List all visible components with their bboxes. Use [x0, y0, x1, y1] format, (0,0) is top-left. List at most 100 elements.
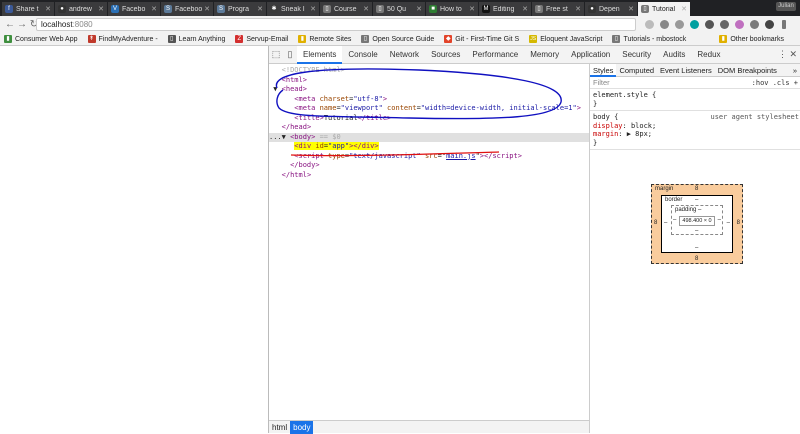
styles-tab-computed[interactable]: Computed [616, 64, 657, 77]
body-close-line[interactable]: </body> [269, 161, 589, 171]
bookmarks-bar: ▮ Consumer Web App ↟ FindMyAdventure - ▯ Lear… [0, 33, 800, 46]
bookmark-item[interactable]: ▯ Tutorials - mbostock [612, 35, 686, 43]
element-style-rule[interactable]: element.style { } [590, 89, 800, 111]
script-line[interactable]: <script type="text/javascript" src="main… [269, 152, 589, 162]
browser-tab[interactable]: f Share t ✕ [2, 2, 55, 16]
devtools-tab-console[interactable]: Console [342, 46, 383, 64]
close-icon[interactable]: ✕ [204, 5, 210, 13]
extension-icon[interactable] [720, 20, 729, 29]
bookmark-label: Tutorials - mbostock [623, 35, 687, 43]
styles-tab-dom-breakpoints[interactable]: DOM Breakpoints [715, 64, 780, 77]
browser-tab[interactable]: M Editing ✕ [479, 2, 532, 16]
browser-tab[interactable]: ▯ 50 Qu ✕ [373, 2, 426, 16]
breadcrumb-body[interactable]: body [290, 420, 314, 434]
extension-icon[interactable] [660, 20, 669, 29]
browser-tab[interactable]: ✱ Sneak I ✕ [267, 2, 320, 16]
devtools-tab-performance[interactable]: Performance [466, 46, 524, 64]
folder-icon: ▮ [298, 35, 307, 43]
extension-icon[interactable] [735, 20, 744, 29]
bookmark-item[interactable]: ◆ Git - First-Time Git S [444, 35, 519, 43]
close-icon[interactable]: ✕ [45, 5, 51, 13]
styles-filter-actions[interactable]: :hov .cls + [752, 79, 798, 87]
close-icon[interactable]: ✕ [522, 5, 528, 13]
elements-tree[interactable]: <!DOCTYPE html> <html> ▼ <head> <meta ch… [269, 64, 589, 416]
forward-icon[interactable]: → [16, 19, 28, 30]
devtools-tab-sources[interactable]: Sources [425, 46, 466, 64]
div-app-line[interactable]: <div id="app"></div> [269, 142, 589, 152]
github-icon: ● [588, 5, 596, 13]
html-close-line[interactable]: </html> [269, 171, 589, 181]
close-icon[interactable]: ✕ [469, 5, 475, 13]
browser-tab[interactable]: ● Depen ✕ [585, 2, 638, 16]
styles-tab-event-listeners[interactable]: Event Listeners [657, 64, 715, 77]
device-toolbar-icon[interactable]: ▯ [283, 49, 297, 60]
close-icon[interactable]: ✕ [363, 5, 369, 13]
extension-icon[interactable] [765, 20, 774, 29]
bookmark-item[interactable]: JS Eloquent JavaScript [529, 35, 602, 43]
browser-tab[interactable]: V Facebo ✕ [108, 2, 161, 16]
more-tabs-icon[interactable]: » [793, 66, 800, 75]
profile-chip[interactable]: Julian [776, 2, 796, 11]
devtools-tab-network[interactable]: Network [384, 46, 425, 64]
bookmark-item[interactable]: ↟ FindMyAdventure - [87, 35, 158, 43]
back-icon[interactable]: ← [4, 19, 16, 30]
devtools-tab-elements[interactable]: Elements [297, 45, 343, 64]
bookmark-item[interactable]: ▮ Remote Sites [298, 35, 351, 43]
browser-tab[interactable]: S Faceboo ✕ [161, 2, 214, 16]
tab-title: Faceboo [175, 5, 203, 13]
main-js-link[interactable]: main.js [446, 152, 476, 160]
styles-filter-input[interactable]: Filter [593, 78, 610, 87]
extension-icon[interactable] [705, 20, 714, 29]
close-icon[interactable]: ✕ [151, 5, 157, 13]
close-icon[interactable]: ✕ [575, 5, 581, 13]
browser-tab[interactable]: S Progra ✕ [214, 2, 267, 16]
browser-tab[interactable]: ▯ Course ✕ [320, 2, 373, 16]
vue-icon: V [111, 5, 119, 13]
head-open-line[interactable]: ▼ <head> [269, 85, 589, 95]
star-icon[interactable] [645, 20, 654, 29]
close-icon[interactable]: ✕ [628, 5, 634, 13]
close-icon[interactable]: ✕ [681, 5, 687, 13]
title-line[interactable]: <title>Tutorial</title> [269, 114, 589, 124]
breadcrumb-html[interactable]: html [269, 421, 290, 434]
browser-tab[interactable]: ■ How to ✕ [426, 2, 479, 16]
bookmark-item[interactable]: ▮ Other bookmarks [719, 35, 784, 43]
devtools-tabs: Elements Console Network Sources Performance… [297, 45, 727, 64]
meta-charset-line[interactable]: <meta charset="utf-8"> [269, 95, 589, 105]
devtools-tab-memory[interactable]: Memory [524, 46, 565, 64]
padding-right-value: – [717, 217, 721, 223]
extension-icon[interactable] [690, 20, 699, 29]
bookmark-item[interactable]: ▮ Consumer Web App [4, 35, 78, 43]
html-open-line[interactable]: <html> [269, 76, 589, 86]
devtools-tab-security[interactable]: Security [616, 46, 657, 64]
body-rule[interactable]: user agent stylesheet body { display: bl… [590, 111, 800, 150]
bookmark-item[interactable]: ▯ Open Source Guide [361, 35, 434, 43]
menu-icon[interactable] [782, 20, 786, 29]
padding-box: padding – – – – 498.400 × 0 [671, 205, 723, 235]
bookmark-item[interactable]: Z Servup-Email [235, 35, 288, 43]
devtools-tab-redux[interactable]: Redux [691, 46, 726, 64]
devtools-tab-application[interactable]: Application [565, 46, 616, 64]
close-icon[interactable]: ✕ [98, 5, 104, 13]
devtools-tab-audits[interactable]: Audits [657, 46, 691, 64]
close-icon[interactable]: ✕ [416, 5, 422, 13]
meta-viewport-line[interactable]: <meta name="viewport" content="width=dev… [269, 104, 589, 114]
browser-tab[interactable]: ● andrew ✕ [55, 2, 108, 16]
box-model-diagram[interactable]: margin 8 8 8 8 border – – – – padding – … [651, 184, 743, 264]
head-close-line[interactable]: </head> [269, 123, 589, 133]
extension-icon[interactable] [750, 20, 759, 29]
devtools-menu-icon[interactable]: ⋮ ✕ [778, 49, 797, 60]
address-bar[interactable]: localhost:8080 [36, 18, 636, 31]
inspect-icon[interactable]: ⬚ [269, 49, 283, 60]
browser-tab[interactable]: ▯ Tutorial ✕ [638, 2, 691, 16]
browser-tab[interactable]: ▯ Free st ✕ [532, 2, 585, 16]
bookmark-item[interactable]: ▯ Learn Anything [167, 35, 225, 43]
close-icon[interactable]: ✕ [310, 5, 316, 13]
margin-declaration[interactable]: margin: ▶ 8px; [593, 130, 798, 139]
extension-icon[interactable] [675, 20, 684, 29]
page-icon: ▯ [535, 5, 543, 13]
styles-tab-styles[interactable]: Styles [590, 63, 617, 77]
body-open-line[interactable]: ...▼ <body> == $0 [269, 132, 589, 142]
display-declaration[interactable]: display: block; [593, 122, 798, 131]
close-icon[interactable]: ✕ [257, 5, 263, 13]
